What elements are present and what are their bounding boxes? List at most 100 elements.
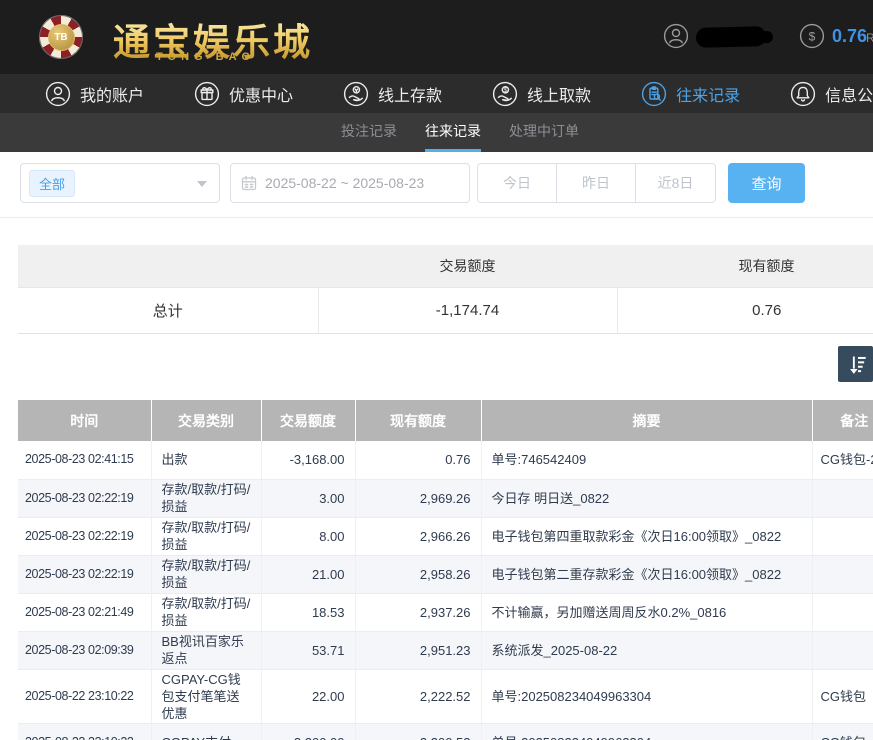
table-row: 2025-08-23 02:22:19存款/取款/打码/损益3.002,969.… [18, 479, 873, 517]
page: TB 通宝娱乐城 TONG BAO $ 0.76 R 我的账户 优惠中心 线上存款 $… [0, 0, 873, 740]
cell-balance: 2,951.23 [355, 631, 481, 669]
summary-header-balance: 现有额度 [617, 245, 873, 288]
summary-total-row: 总计 -1,174.74 0.76 [18, 288, 873, 334]
cell-type: 存款/取款/打码/损益 [151, 593, 261, 631]
cell-summary: 今日存 明日送_0822 [481, 479, 812, 517]
col-header-type: 交易类别 [151, 400, 261, 441]
cell-time: 2025-08-23 02:09:39 [18, 631, 151, 669]
table-row: 2025-08-23 02:09:39BB视讯百家乐返点53.712,951.2… [18, 631, 873, 669]
cell-remark: CG钱包 [812, 669, 873, 723]
table-row: 2025-08-23 02:22:19存款/取款/打码/损益8.002,966.… [18, 517, 873, 555]
date-range-input[interactable]: 2025-08-22 ~ 2025-08-23 [230, 163, 470, 203]
svg-text:$: $ [504, 87, 508, 94]
table-row: 2025-08-23 02:41:15出款-3,168.000.76单号:746… [18, 441, 873, 479]
nav-item-label: 信息公告 [825, 82, 873, 106]
nav-item-transaction-records[interactable]: 往来记录 [641, 81, 740, 107]
col-header-time: 时间 [18, 400, 151, 441]
cell-remark [812, 631, 873, 669]
date-range-value: 2025-08-22 ~ 2025-08-23 [265, 175, 424, 191]
filter-bar: 全部 2025-08-22 ~ 2025-08-23 今日昨日近8日 查询 [20, 163, 805, 203]
summary-header-row: 交易额度 现有额度 [18, 245, 873, 288]
user-avatar-icon[interactable] [663, 23, 689, 54]
cell-balance: 2,222.52 [355, 669, 481, 723]
sub-nav: 投注记录往来记录处理中订单 [0, 113, 873, 152]
nav-item-label: 我的账户 [80, 82, 144, 106]
summary-table: 交易额度 现有额度 总计 -1,174.74 0.76 [18, 245, 873, 334]
tab-pending-orders[interactable]: 处理中订单 [509, 113, 579, 152]
bell-icon [790, 81, 816, 107]
cell-type: BB视讯百家乐返点 [151, 631, 261, 669]
nav-item-announcements[interactable]: 信息公告 [790, 81, 873, 107]
top-header: TB 通宝娱乐城 TONG BAO $ 0.76 R [0, 0, 873, 74]
table-row: 2025-08-23 02:22:19存款/取款/打码/损益21.002,958… [18, 555, 873, 593]
records-icon [641, 81, 667, 107]
nav-item-label: 优惠中心 [229, 82, 293, 106]
quick-button-last8days[interactable]: 近8日 [636, 164, 715, 202]
nav-item-online-deposit[interactable]: 线上存款 [343, 81, 442, 107]
col-header-amount: 交易额度 [261, 400, 355, 441]
col-header-balance: 现有额度 [355, 400, 481, 441]
cell-time: 2025-08-23 02:22:19 [18, 479, 151, 517]
nav-item-promotions[interactable]: 优惠中心 [194, 81, 293, 107]
nav-item-label: 往来记录 [676, 82, 740, 106]
cell-summary: 单号:746542409 [481, 441, 812, 479]
cell-amount: 21.00 [261, 555, 355, 593]
quick-date-buttons: 今日昨日近8日 [477, 163, 716, 203]
username-redacted [696, 26, 766, 48]
balance-amount: 0.76 [832, 26, 867, 47]
search-button[interactable]: 查询 [728, 163, 805, 203]
calendar-icon [241, 175, 257, 191]
cell-type: 存款/取款/打码/损益 [151, 555, 261, 593]
table-row: 2025-08-23 02:21:49存款/取款/打码/损益18.532,937… [18, 593, 873, 631]
type-select[interactable]: 全部 [20, 163, 220, 203]
cell-time: 2025-08-23 02:21:49 [18, 593, 151, 631]
tab-transaction-records[interactable]: 往来记录 [425, 113, 481, 152]
type-select-tag[interactable]: 全部 [29, 170, 75, 197]
currency-icon: $ [799, 23, 825, 54]
cell-type: CGPAY支付 [151, 723, 261, 740]
sort-button[interactable] [838, 346, 873, 382]
cell-balance: 2,200.52 [355, 723, 481, 740]
cell-summary: 系统派发_2025-08-22 [481, 631, 812, 669]
tab-bet-records[interactable]: 投注记录 [341, 113, 397, 152]
cell-balance: 2,966.26 [355, 517, 481, 555]
cell-amount: 8.00 [261, 517, 355, 555]
withdraw-icon: $ [492, 81, 518, 107]
records-table: 时间交易类别交易额度现有额度摘要备注 2025-08-23 02:41:15出款… [18, 400, 873, 740]
quick-button-today[interactable]: 今日 [478, 164, 557, 202]
summary-header-transaction: 交易额度 [318, 245, 617, 288]
nav-item-label: 线上存款 [378, 82, 442, 106]
nav-item-my-account[interactable]: 我的账户 [45, 81, 144, 107]
logo-chip-icon[interactable]: TB [39, 15, 83, 59]
cell-summary: 单号:202508234049963304 [481, 723, 812, 740]
chevron-down-icon [197, 181, 207, 187]
col-header-summary: 摘要 [481, 400, 812, 441]
cell-balance: 2,958.26 [355, 555, 481, 593]
records-table-wrap: 时间交易类别交易额度现有额度摘要备注 2025-08-23 02:41:15出款… [18, 400, 873, 740]
cell-time: 2025-08-23 02:22:19 [18, 517, 151, 555]
summary-balance-total: 0.76 [617, 288, 873, 334]
cell-summary: 电子钱包第二重存款彩金《次日16:00领取》_0822 [481, 555, 812, 593]
cell-remark: CG钱包-24 [812, 441, 873, 479]
cell-remark [812, 593, 873, 631]
col-header-remark: 备注 [812, 400, 873, 441]
cell-amount: 2,200.00 [261, 723, 355, 740]
quick-button-yesterday[interactable]: 昨日 [557, 164, 636, 202]
cell-time: 2025-08-22 23:10:22 [18, 669, 151, 723]
summary-table-wrap: 交易额度 现有额度 总计 -1,174.74 0.76 [18, 245, 873, 334]
logo-chip-label: TB [48, 24, 75, 51]
cell-time: 2025-08-23 02:41:15 [18, 441, 151, 479]
cell-balance: 2,937.26 [355, 593, 481, 631]
cell-amount: -3,168.00 [261, 441, 355, 479]
cell-time: 2025-08-23 02:22:19 [18, 555, 151, 593]
cell-remark [812, 517, 873, 555]
summary-total-label: 总计 [18, 288, 318, 334]
cell-summary: 单号:202508234049963304 [481, 669, 812, 723]
cell-summary: 电子钱包第四重取款彩金《次日16:00领取》_0822 [481, 517, 812, 555]
table-row: 2025-08-22 23:10:22CGPAY-CG钱包支付笔笔送优惠22.0… [18, 669, 873, 723]
cell-balance: 0.76 [355, 441, 481, 479]
nav-item-online-withdraw[interactable]: $线上取款 [492, 81, 591, 107]
cell-balance: 2,969.26 [355, 479, 481, 517]
cell-remark [812, 479, 873, 517]
cell-amount: 3.00 [261, 479, 355, 517]
